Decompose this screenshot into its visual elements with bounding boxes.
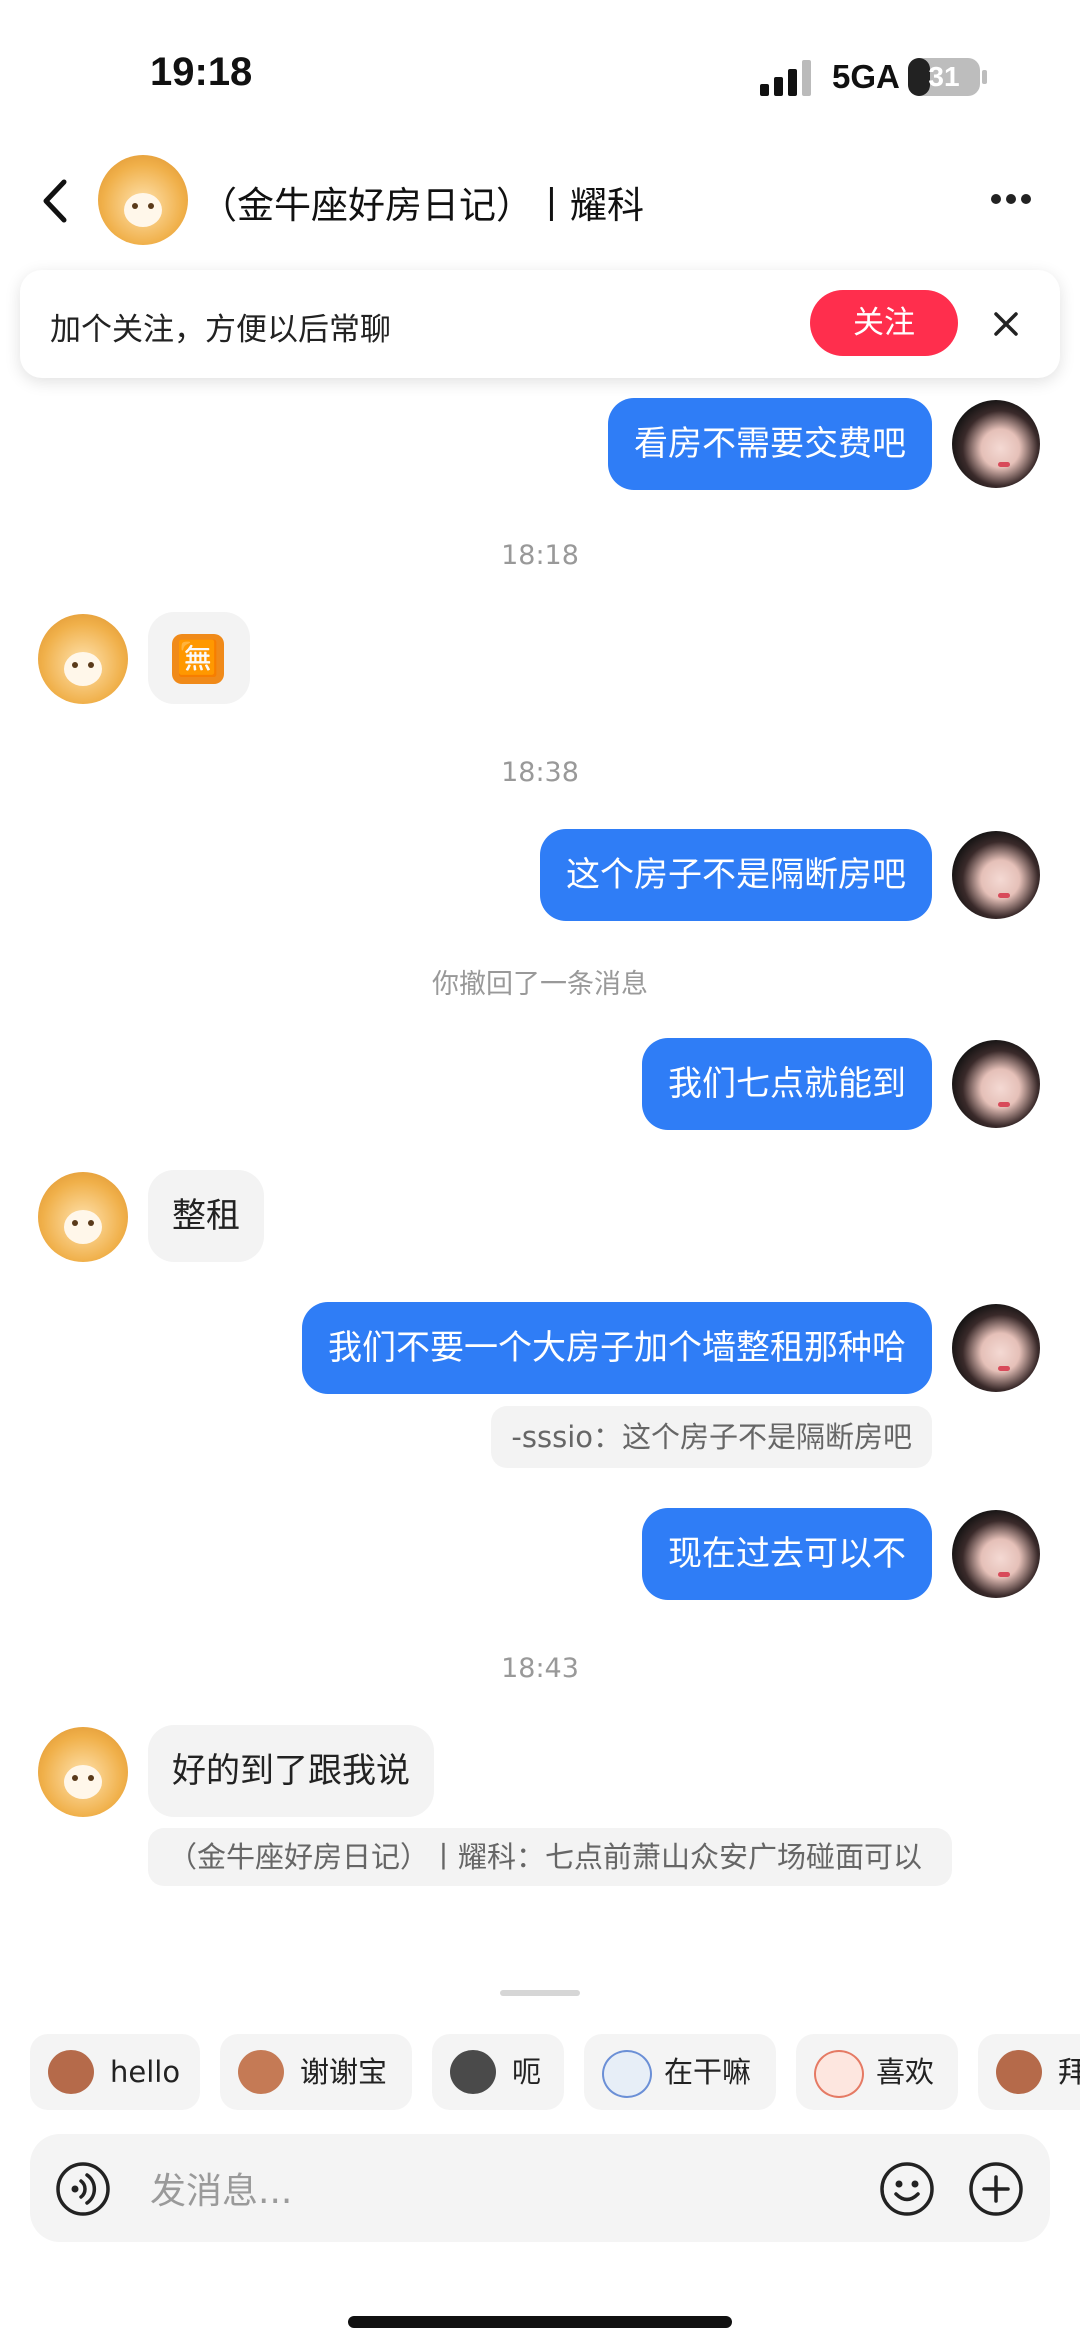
quick-reply-like[interactable]: 喜欢 — [796, 2034, 958, 2110]
back-arrow-icon[interactable] — [38, 178, 72, 224]
home-indicator — [348, 2316, 732, 2328]
my-avatar[interactable] — [952, 400, 1040, 488]
seller-avatar[interactable] — [38, 614, 128, 704]
chat-title[interactable]: （金牛座好房日记）丨耀科 — [200, 175, 644, 229]
follow-banner-text: 加个关注，方便以后常聊 — [50, 312, 391, 348]
bunny-emoji-icon — [602, 2050, 652, 2098]
message-input[interactable]: 发消息... — [150, 2162, 292, 2214]
timestamp: 18:43 — [501, 1653, 579, 1684]
status-time: 19:18 — [150, 50, 253, 94]
battery-level: 31 — [928, 61, 960, 92]
close-icon[interactable] — [993, 311, 1019, 337]
message-bubble-sent[interactable]: 现在过去可以不 — [642, 1508, 932, 1600]
follow-button[interactable]: 关注 — [810, 290, 958, 356]
my-avatar[interactable] — [952, 1510, 1040, 1598]
quoted-message[interactable]: （金牛座好房日记）丨耀科：七点前萧山众安广场碰面可以 — [148, 1828, 952, 1886]
message-bubble-received[interactable]: 好的到了跟我说 — [148, 1725, 434, 1817]
emoji-none-icon: 🈚 — [172, 634, 224, 684]
recall-notice: 你撤回了一条消息 — [432, 969, 648, 1000]
heart-eyes-emoji-icon — [814, 2050, 864, 2098]
battery-icon: 31 — [908, 58, 980, 96]
my-avatar[interactable] — [952, 1304, 1040, 1392]
message-bubble-received[interactable]: 整租 — [148, 1170, 264, 1262]
header-avatar[interactable] — [98, 155, 188, 245]
my-avatar[interactable] — [952, 1040, 1040, 1128]
quoted-message[interactable]: -sssio：这个房子不是隔断房吧 — [491, 1406, 932, 1468]
seller-avatar[interactable] — [38, 1172, 128, 1262]
timestamp: 18:18 — [501, 540, 579, 571]
message-bubble-sent[interactable]: 看房不需要交费吧 — [608, 398, 932, 490]
monkey-emoji-icon — [48, 2050, 94, 2094]
cat-emoji-icon — [450, 2050, 496, 2094]
timestamp-partial — [500, 1990, 580, 1996]
monkey-flower-emoji-icon — [238, 2050, 284, 2094]
network-type: 5GA — [832, 58, 900, 95]
voice-icon[interactable] — [54, 2160, 112, 2218]
signal-icon — [760, 60, 811, 96]
battery-cap — [982, 70, 987, 84]
emoji-icon[interactable] — [878, 2160, 936, 2218]
message-bubble-sent[interactable]: 我们不要一个大房子加个墙整租那种哈 — [302, 1302, 932, 1394]
monkey-wave-emoji-icon — [996, 2050, 1042, 2094]
add-icon[interactable] — [967, 2160, 1025, 2218]
quick-reply-what-doing[interactable]: 在干嘛 — [584, 2034, 776, 2110]
more-icon[interactable] — [990, 192, 1032, 206]
quick-reply-thanks[interactable]: 谢谢宝 — [220, 2034, 412, 2110]
quick-reply-bye[interactable]: 拜 — [978, 2034, 1080, 2110]
message-bubble-sent[interactable]: 这个房子不是隔断房吧 — [540, 829, 932, 921]
quick-reply-uh[interactable]: 呃 — [432, 2034, 564, 2110]
timestamp: 18:38 — [501, 757, 579, 788]
quick-reply-hello[interactable]: hello — [30, 2034, 200, 2110]
message-bubble-sent[interactable]: 我们七点就能到 — [642, 1038, 932, 1130]
seller-avatar[interactable] — [38, 1727, 128, 1817]
my-avatar[interactable] — [952, 831, 1040, 919]
